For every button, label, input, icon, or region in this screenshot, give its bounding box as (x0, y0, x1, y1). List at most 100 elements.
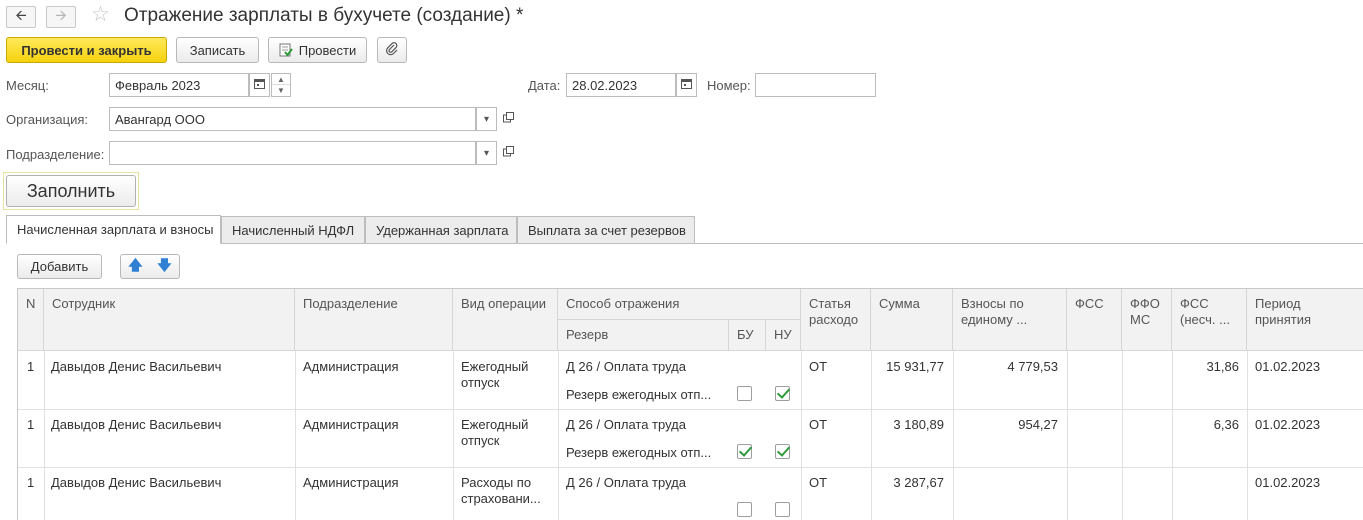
cell-reserve: Резерв ежегодных отп... (566, 445, 712, 460)
col-header-reserve[interactable]: Резерв (558, 320, 729, 351)
cell-method: Д 26 / Оплата труда (566, 359, 686, 374)
date-label: Дата: (528, 78, 561, 93)
checkbox-bu[interactable] (737, 502, 752, 517)
col-header-expense-item-line1: Статья (809, 296, 851, 311)
tab-accrued-salary[interactable]: Начисленная зарплата и взносы (6, 215, 221, 244)
col-header-sum[interactable]: Сумма (871, 289, 953, 351)
cell-operation-line2: страховани... (461, 491, 541, 506)
window-title: Отражение зарплаты в бухучете (создание)… (124, 5, 524, 26)
calendar-icon (681, 78, 692, 92)
organization-label: Организация: (6, 112, 89, 127)
cell-sum: 3 287,67 (893, 475, 944, 490)
cell-period: 01.02.2023 (1255, 417, 1321, 432)
col-divider (953, 351, 954, 520)
cell-employee: Давыдов Денис Васильевич (51, 417, 222, 432)
cell-period: 01.02.2023 (1255, 475, 1321, 490)
fill-button-frame: Заполнить (3, 172, 139, 210)
cell-employee: Давыдов Денис Васильевич (51, 359, 222, 374)
col-header-employee[interactable]: Сотрудник (44, 289, 295, 351)
open-window-icon (502, 146, 514, 160)
col-divider (1247, 351, 1248, 520)
col-header-period[interactable]: Период принятия (1247, 289, 1363, 351)
cell-department: Администрация (303, 417, 399, 432)
arrow-left-icon: 🡨 (15, 7, 27, 23)
number-label: Номер: (707, 78, 751, 93)
save-button[interactable]: Записать (176, 37, 259, 63)
col-header-method[interactable]: Способ отражения (558, 289, 801, 320)
col-divider (871, 351, 872, 520)
checkbox-nu[interactable] (775, 386, 790, 401)
month-input[interactable]: Февраль 2023 (109, 73, 249, 97)
cell-operation-line1: Ежегодный (461, 359, 529, 374)
fill-button[interactable]: Заполнить (6, 175, 136, 207)
attach-button[interactable] (377, 37, 407, 63)
move-down-icon[interactable]: 🡇 (157, 255, 171, 279)
col-divider (1067, 351, 1068, 520)
col-header-ffoms-line1: ФФО (1130, 296, 1160, 311)
checkbox-bu[interactable] (737, 386, 752, 401)
favorite-star-icon[interactable]: ☆ (91, 4, 110, 26)
cell-period: 01.02.2023 (1255, 359, 1321, 374)
col-header-operation[interactable]: Вид операции (453, 289, 558, 351)
cell-reserve: Резерв ежегодных отп... (566, 387, 712, 402)
spin-down-icon[interactable]: ▼ (272, 85, 290, 96)
checkbox-nu[interactable] (775, 502, 790, 517)
spin-up-icon[interactable]: ▲ (272, 74, 290, 85)
post-button-label: Провести (298, 42, 357, 58)
arrow-right-icon: 🡪 (55, 7, 67, 23)
organization-open-button[interactable] (498, 107, 518, 131)
col-divider (453, 351, 454, 520)
col-divider (1122, 351, 1123, 520)
paperclip-icon (385, 41, 399, 59)
month-label: Месяц: (6, 78, 49, 93)
cell-department: Администрация (303, 359, 399, 374)
month-calendar-button[interactable] (249, 73, 270, 97)
col-header-n[interactable]: N (18, 289, 44, 351)
col-header-department[interactable]: Подразделение (295, 289, 453, 351)
cell-operation-line2: отпуск (461, 433, 500, 448)
date-calendar-button[interactable] (676, 73, 697, 97)
post-button[interactable]: Провести (268, 37, 367, 63)
post-and-close-button[interactable]: Провести и закрыть (6, 37, 167, 63)
cell-n: 1 (27, 475, 35, 490)
col-divider (44, 351, 45, 520)
col-header-fss[interactable]: ФСС (1067, 289, 1122, 351)
col-header-contributions[interactable]: Взносы по единому ... (953, 289, 1067, 351)
back-button[interactable]: 🡨 (6, 6, 36, 28)
cell-operation-line2: отпуск (461, 375, 500, 390)
col-header-bu[interactable]: БУ (729, 320, 766, 351)
organization-dropdown-button[interactable]: ▾ (476, 107, 497, 131)
col-header-expense-item-line2: расходо (809, 312, 859, 327)
number-input[interactable] (755, 73, 876, 97)
col-header-fss-ns[interactable]: ФСС (несч. ... (1172, 289, 1247, 351)
tab-reserve-payment[interactable]: Выплата за счет резервов (517, 216, 695, 244)
calendar-icon (254, 78, 265, 92)
department-open-button[interactable] (498, 141, 518, 165)
col-header-contributions-line2: единому ... (961, 312, 1028, 327)
col-header-ffoms[interactable]: ФФО МС (1122, 289, 1172, 351)
cell-method: Д 26 / Оплата труда (566, 475, 686, 490)
forward-button[interactable]: 🡪 (46, 6, 76, 28)
add-row-button[interactable]: Добавить (17, 254, 102, 279)
date-input[interactable]: 28.02.2023 (566, 73, 676, 97)
col-divider (801, 351, 802, 520)
department-dropdown-button[interactable]: ▾ (476, 141, 497, 165)
checkbox-bu[interactable] (737, 444, 752, 459)
col-header-expense-item[interactable]: Статья расходо (801, 289, 871, 351)
tab-accrued-ndfl[interactable]: Начисленный НДФЛ (221, 216, 365, 244)
move-up-icon[interactable]: 🡅 (128, 255, 142, 279)
col-divider (1172, 351, 1173, 520)
dropdown-arrow-icon: ▾ (483, 113, 490, 125)
col-divider (295, 351, 296, 520)
cell-operation-line1: Расходы по (461, 475, 532, 490)
cell-expense-item: ОТ (809, 417, 828, 432)
cell-fss-ns: 31,86 (1206, 359, 1239, 374)
col-header-nu[interactable]: НУ (766, 320, 801, 351)
cell-fss-ns: 6,36 (1213, 417, 1239, 432)
tab-withheld-salary[interactable]: Удержанная зарплата (365, 216, 517, 244)
department-input[interactable] (109, 141, 476, 165)
month-spinner[interactable]: ▲ ▼ (271, 73, 291, 97)
organization-input[interactable]: Авангард ООО (109, 107, 476, 131)
cell-sum: 3 180,89 (893, 417, 944, 432)
checkbox-nu[interactable] (775, 444, 790, 459)
